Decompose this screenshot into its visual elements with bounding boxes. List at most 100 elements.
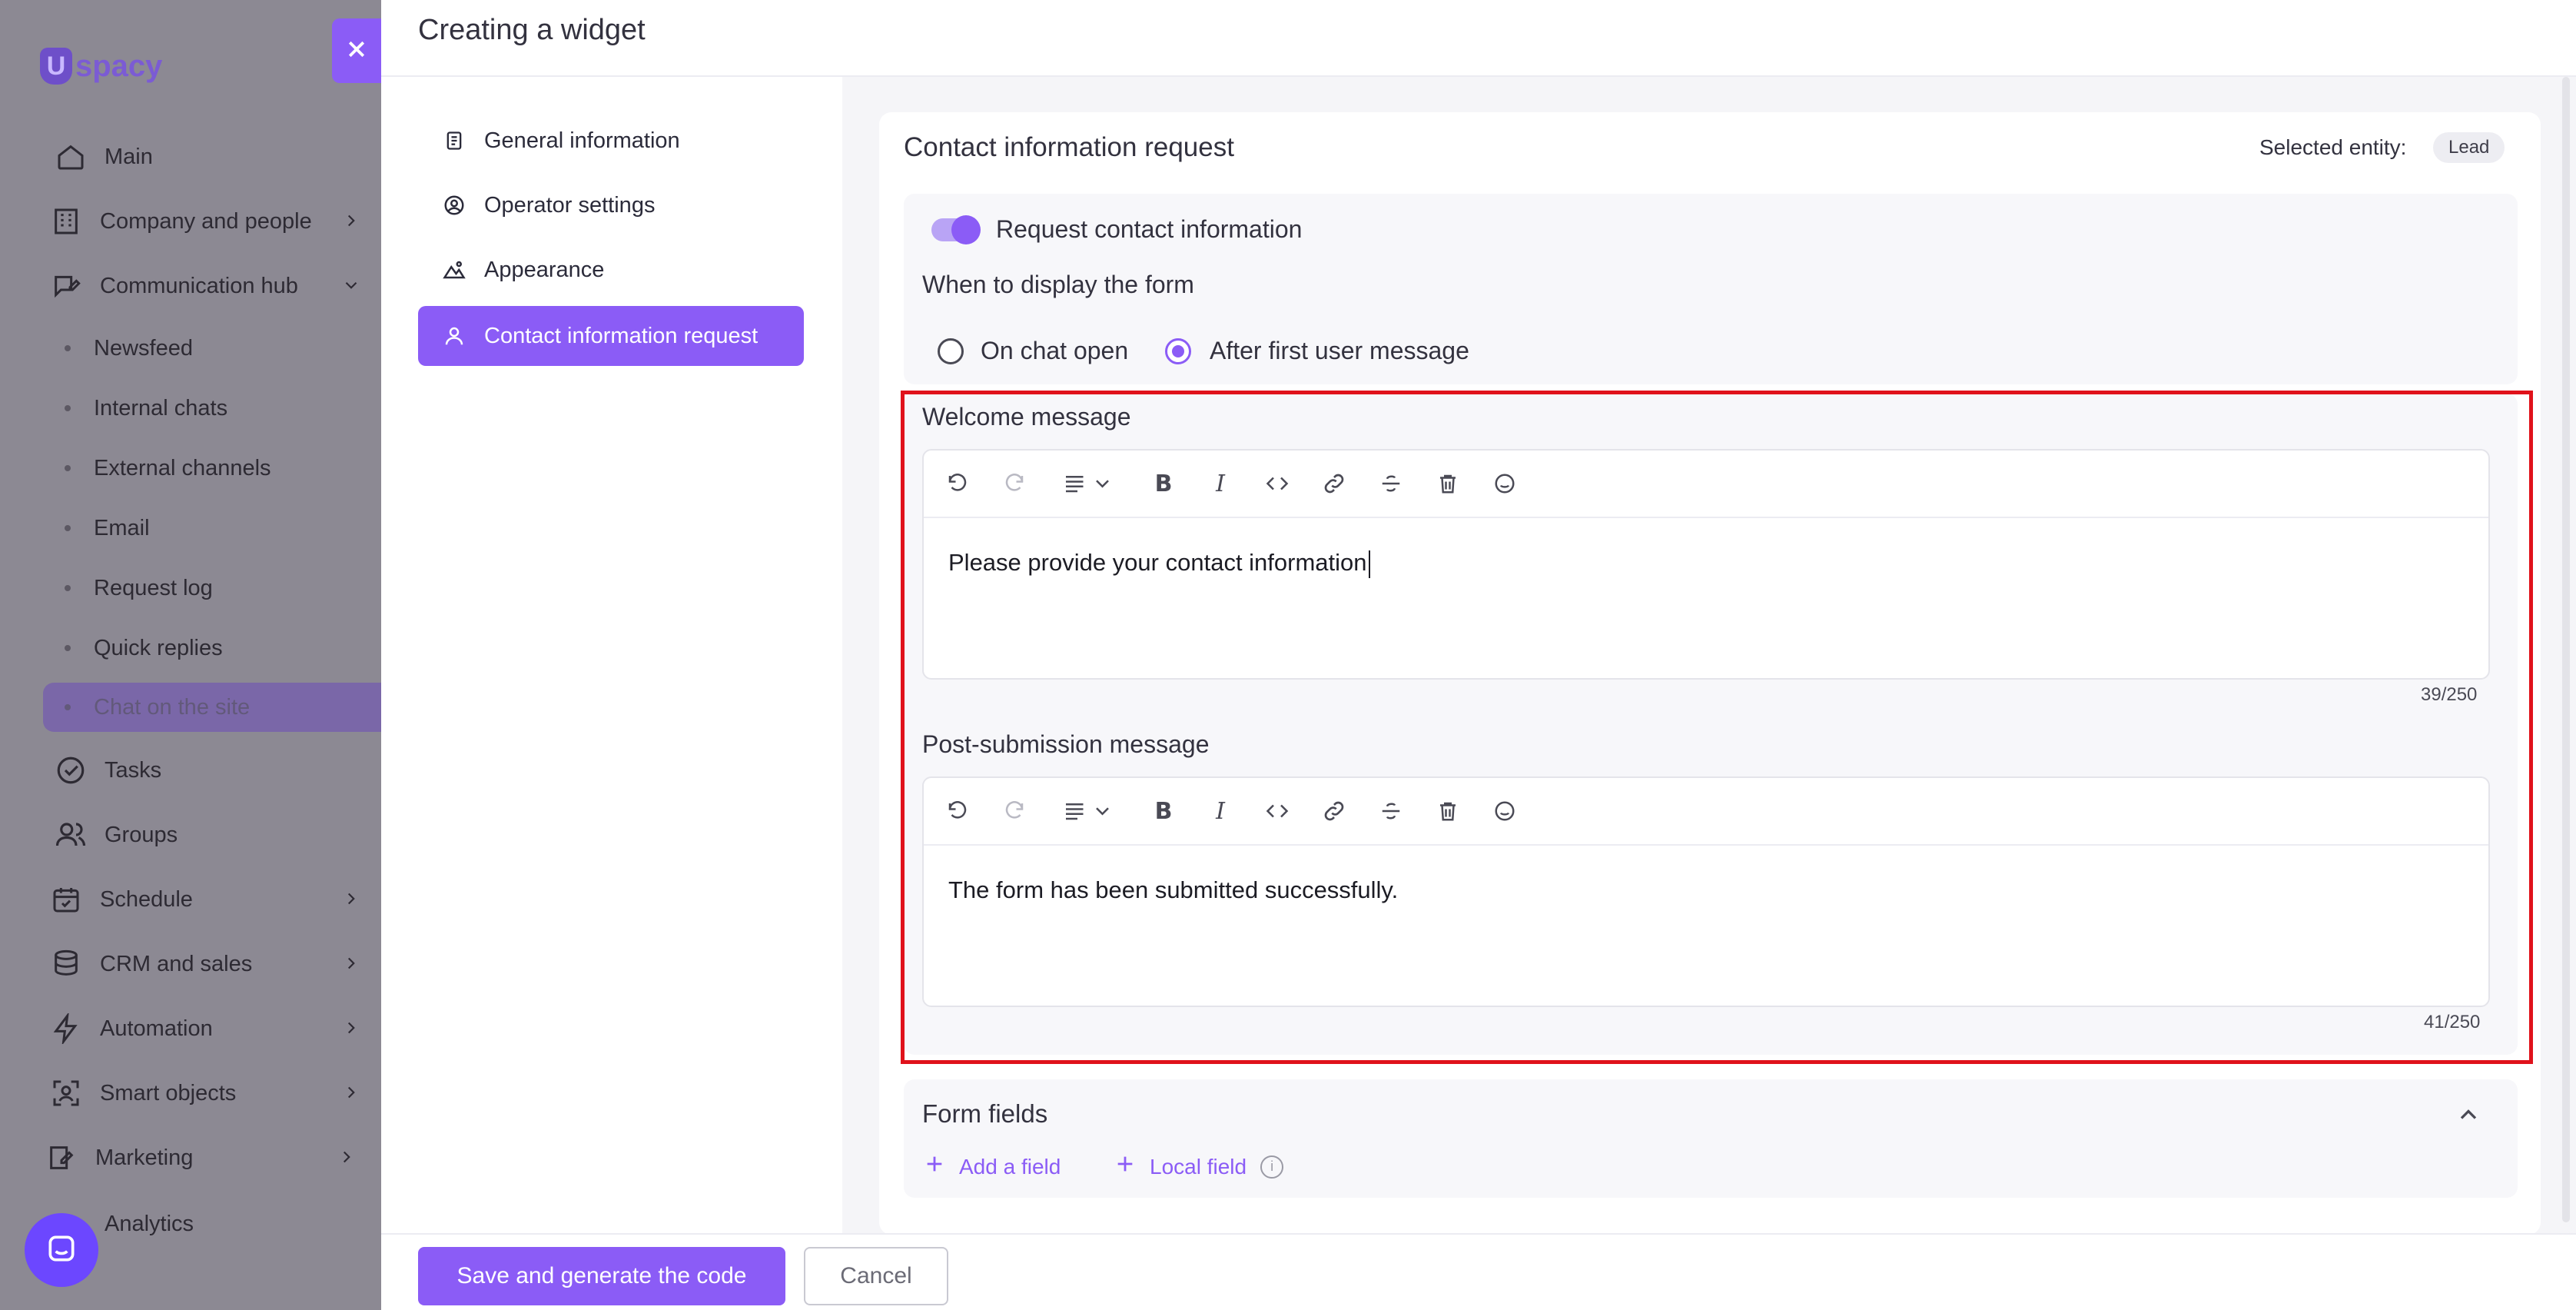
sidebar-item-label: Communication hub — [100, 273, 298, 298]
sidebar-item-analytics[interactable]: Analytics — [54, 1202, 377, 1245]
bullet — [65, 405, 71, 411]
chevron-right-icon — [337, 1147, 357, 1173]
sidebar-item-main[interactable]: Main — [54, 135, 377, 178]
subitem-label: External channels — [94, 455, 271, 480]
local-field-button[interactable]: Local field i — [1114, 1153, 1284, 1180]
highlight-box — [901, 391, 2533, 1064]
subitem-label: Request log — [94, 575, 213, 600]
chevron-right-icon — [341, 1018, 361, 1044]
sidebar-subitem-email[interactable]: Email — [65, 509, 150, 547]
close-icon — [345, 38, 368, 65]
tab-appearance[interactable]: Appearance — [418, 240, 804, 300]
tab-operator-settings[interactable]: Operator settings — [418, 175, 804, 235]
close-button[interactable] — [332, 18, 381, 83]
toggle-knob — [951, 215, 981, 244]
mountain-icon — [441, 257, 467, 283]
document-icon — [441, 128, 467, 154]
home-icon — [54, 140, 88, 174]
sidebar-item-marketing[interactable]: Marketing — [45, 1136, 367, 1179]
cancel-button[interactable]: Cancel — [804, 1247, 948, 1305]
bullet — [65, 525, 71, 531]
radio-on-chat-open[interactable] — [938, 338, 964, 364]
selected-entity-label: Selected entity: — [2259, 135, 2407, 159]
bullet — [65, 645, 71, 651]
when-to-display-label: When to display the form — [922, 271, 1194, 298]
radio-label-after-first-message: After first user message — [1210, 337, 1469, 364]
plus-icon — [1114, 1153, 1136, 1180]
entity-badge: Lead — [2433, 132, 2505, 163]
calendar-icon — [49, 883, 83, 916]
database-icon — [49, 947, 83, 981]
marketing-icon — [45, 1141, 78, 1175]
chevron-right-icon — [341, 953, 361, 979]
sidebar-item-label: Schedule — [100, 886, 193, 912]
local-field-label: Local field — [1150, 1154, 1247, 1179]
sidebar-subitem-chat-on-site[interactable]: Chat on the site — [43, 683, 381, 732]
logo-mark-icon: U — [40, 48, 72, 85]
chat-edit-icon — [49, 269, 83, 303]
sidebar-item-automation[interactable]: Automation — [49, 1007, 372, 1050]
subitem-label: Newsfeed — [94, 335, 193, 361]
bullet — [65, 465, 71, 471]
support-chat-button[interactable] — [25, 1213, 98, 1287]
bullet — [65, 345, 71, 351]
check-circle-icon — [54, 753, 88, 787]
chevron-right-icon — [341, 211, 361, 237]
user-icon — [441, 323, 467, 349]
tab-label: Contact information request — [484, 323, 759, 348]
plus-icon — [924, 1153, 945, 1180]
sidebar-subitem-internal-chats[interactable]: Internal chats — [65, 389, 227, 427]
sidebar-subitem-external-channels[interactable]: External channels — [65, 449, 271, 487]
sidebar-item-label: Automation — [100, 1016, 213, 1041]
sidebar-item-label: Analytics — [105, 1211, 194, 1236]
subitem-label: Quick replies — [94, 635, 223, 660]
form-fields-label: Form fields — [922, 1099, 1048, 1128]
info-icon[interactable]: i — [1260, 1155, 1284, 1179]
background-sidebar: U spacy Main Company and people Communic… — [0, 0, 381, 1310]
add-field-button[interactable]: Add a field — [924, 1153, 1061, 1180]
sidebar-item-crm[interactable]: CRM and sales — [49, 943, 372, 986]
scan-icon — [49, 1076, 83, 1110]
tab-general-information[interactable]: General information — [418, 111, 804, 171]
sidebar-subitem-quick-replies[interactable]: Quick replies — [65, 629, 223, 667]
building-icon — [49, 204, 83, 238]
sidebar-item-communication-hub[interactable]: Communication hub — [49, 264, 372, 308]
sidebar-item-tasks[interactable]: Tasks — [54, 749, 377, 792]
logo-text: spacy — [75, 48, 163, 83]
sidebar-item-label: CRM and sales — [100, 951, 253, 976]
collapse-button[interactable] — [2455, 1101, 2482, 1132]
save-and-generate-button[interactable]: Save and generate the code — [418, 1247, 785, 1305]
tab-label: Appearance — [484, 257, 605, 282]
sidebar-subitem-request-log[interactable]: Request log — [65, 569, 213, 607]
page-title: Creating a widget — [418, 14, 646, 46]
chevron-right-icon — [341, 1082, 361, 1109]
sidebar-item-company[interactable]: Company and people — [49, 200, 372, 243]
sidebar-item-label: Groups — [105, 822, 178, 847]
card-title: Contact information request — [904, 132, 1234, 162]
chevron-down-icon — [341, 275, 361, 301]
subitem-label: Chat on the site — [94, 694, 251, 720]
scrollbar[interactable] — [2562, 77, 2570, 1222]
radio-after-first-message[interactable] — [1165, 338, 1191, 364]
users-icon — [54, 818, 88, 852]
sidebar-item-label: Tasks — [105, 757, 162, 783]
sidebar-item-smart-objects[interactable]: Smart objects — [49, 1072, 372, 1115]
sidebar-item-groups[interactable]: Groups — [54, 813, 377, 856]
sidebar-item-label: Marketing — [95, 1145, 194, 1170]
chat-icon — [45, 1232, 78, 1269]
sidebar-item-label: Main — [105, 144, 153, 169]
chevron-right-icon — [341, 889, 361, 915]
add-field-label: Add a field — [959, 1154, 1061, 1179]
subitem-label: Internal chats — [94, 395, 228, 421]
tab-label: General information — [484, 128, 680, 153]
tab-label: Operator settings — [484, 192, 656, 218]
sidebar-item-schedule[interactable]: Schedule — [49, 878, 372, 921]
radio-label-on-chat-open: On chat open — [981, 337, 1129, 364]
sidebar-item-label: Company and people — [100, 208, 312, 234]
panel-header: Creating a widget — [381, 0, 2576, 77]
tab-contact-information-request[interactable]: Contact information request — [418, 306, 804, 366]
bullet — [65, 704, 71, 710]
sidebar-subitem-newsfeed[interactable]: Newsfeed — [65, 329, 193, 367]
toggle-label: Request contact information — [996, 215, 1303, 243]
user-circle-icon — [441, 192, 467, 218]
